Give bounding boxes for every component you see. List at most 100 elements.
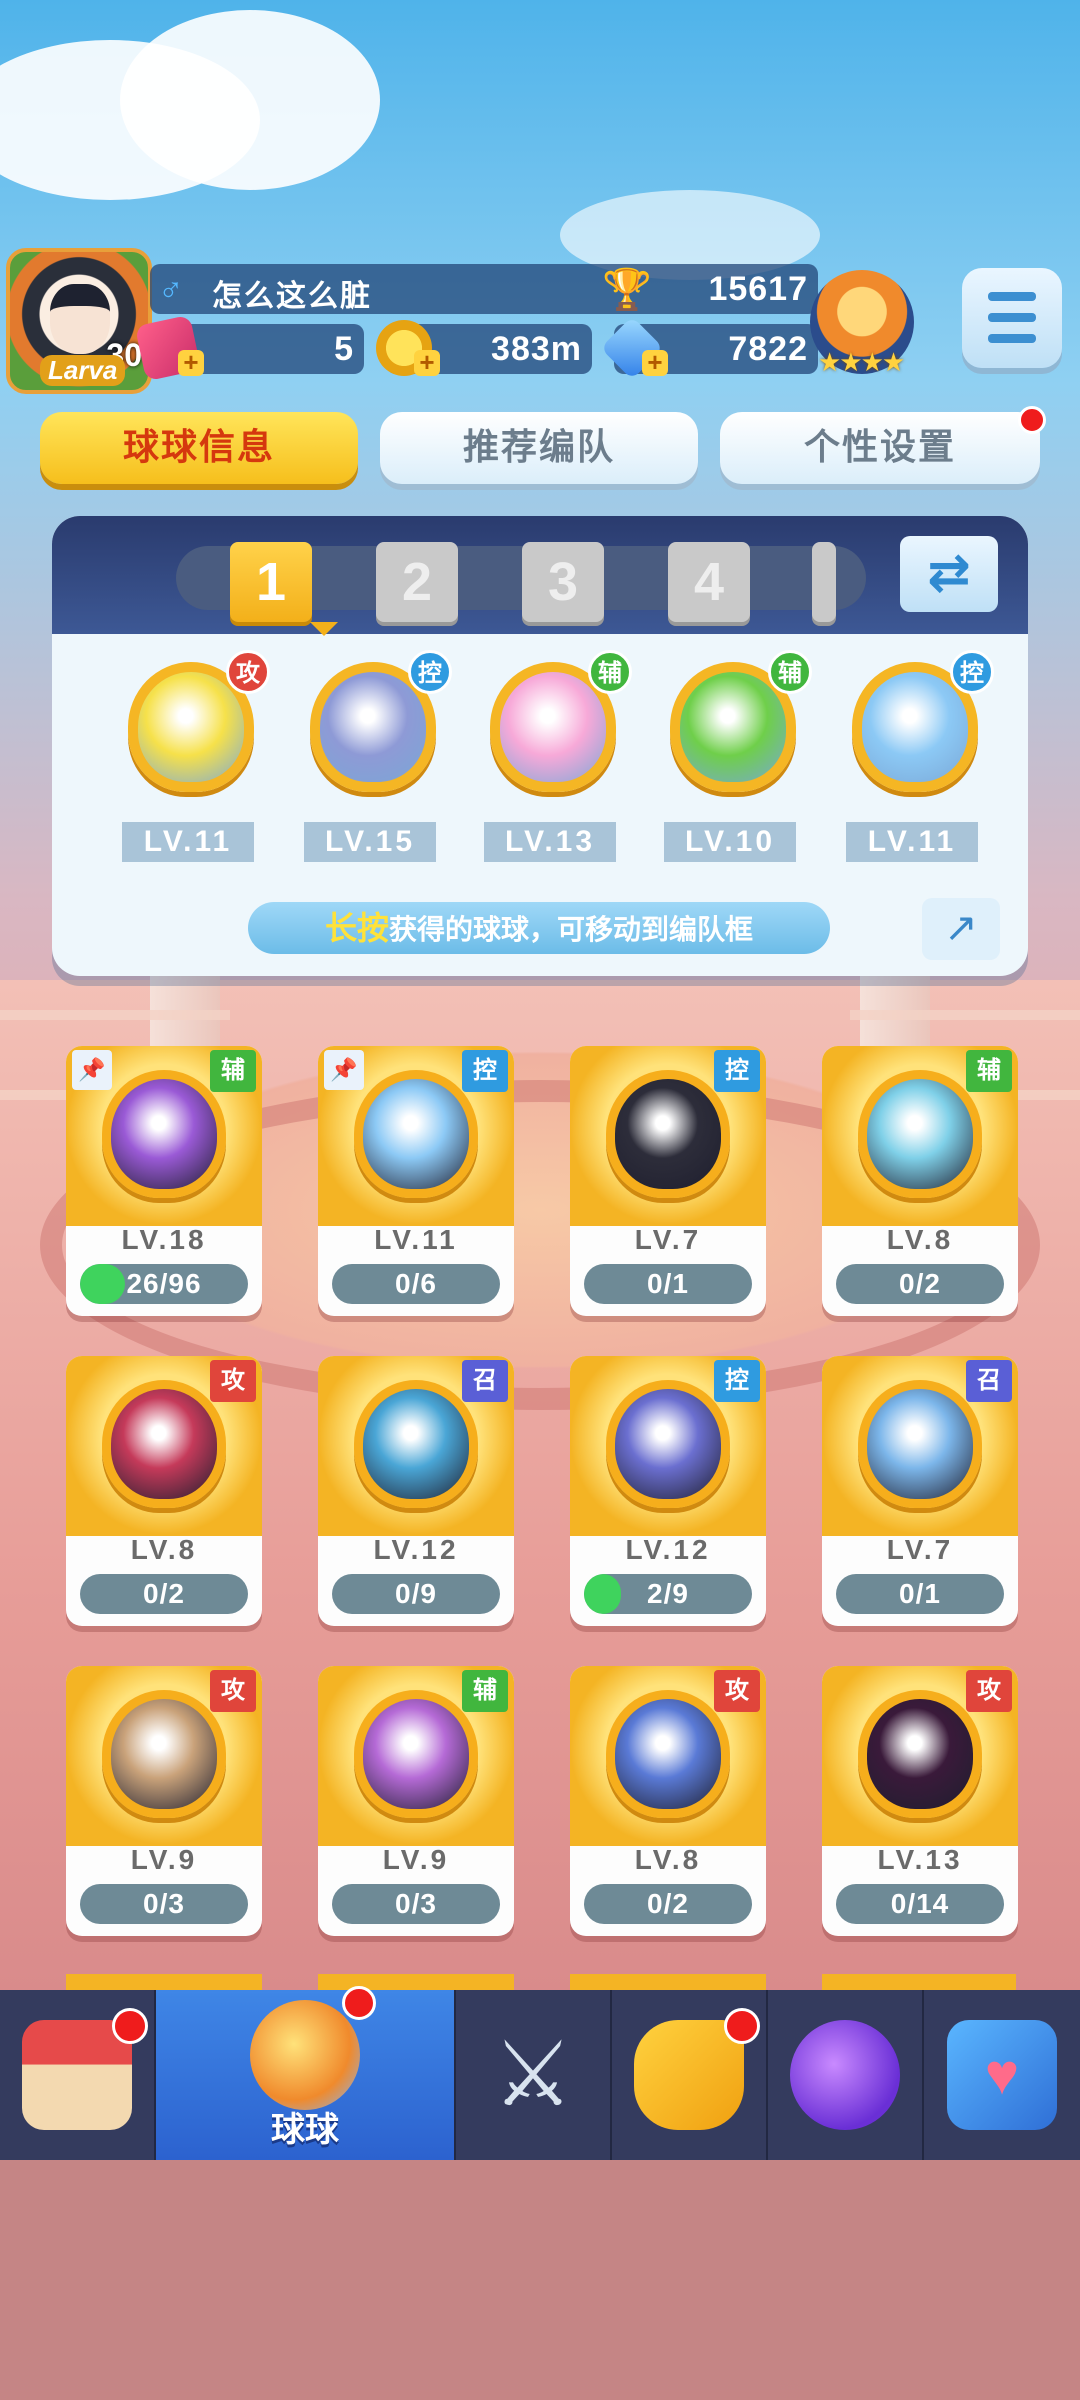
notification-dot [1018, 406, 1046, 434]
pin-icon[interactable]: 📌 [72, 1050, 112, 1090]
nav-battle[interactable]: ⚔ [456, 1990, 612, 2160]
role-badge: 控 [714, 1050, 760, 1092]
upgrade-progress: 26/96 [80, 1264, 248, 1304]
progress-text: 0/1 [899, 1578, 941, 1609]
team-slot-3[interactable]: 3 [522, 542, 604, 622]
upgrade-progress: 0/1 [584, 1264, 752, 1304]
progress-text: 26/96 [126, 1268, 202, 1299]
team-slot-1[interactable]: 1 [230, 542, 312, 622]
hint-keyword: 长按 [324, 910, 389, 946]
diamond-resource[interactable]: + 7822 [600, 316, 818, 380]
nav-balls[interactable]: 球球 [156, 1990, 456, 2160]
ball-level: LV.12 [373, 1534, 459, 1565]
role-badge: 攻 [226, 650, 270, 694]
player-info-bar[interactable]: ♂ 怎么这么脏 🏆 15617 [150, 264, 818, 314]
member-level: LV.13 [484, 822, 616, 862]
progress-text: 0/14 [890, 1888, 950, 1919]
planet-icon [790, 2020, 900, 2130]
ball-card[interactable]: 📌 控 LV.11 0/6 [318, 1046, 514, 1316]
coin-count: 383m [491, 330, 582, 368]
ball-card[interactable]: 攻 LV.8 0/2 [570, 1666, 766, 1936]
ball-portrait [102, 1690, 226, 1818]
role-badge: 控 [950, 650, 994, 694]
tab-personal-settings[interactable]: 个性设置 [720, 412, 1040, 484]
upgrade-progress: 0/2 [584, 1884, 752, 1924]
ball-card[interactable]: 控 LV.12 2/9 [570, 1356, 766, 1626]
ticket-resource[interactable]: + 5 [134, 314, 364, 382]
upgrade-progress: 0/3 [80, 1884, 248, 1924]
tab-recommended-team[interactable]: 推荐编队 [380, 412, 698, 484]
ball-level: LV.9 [382, 1844, 450, 1875]
ball-card[interactable]: 攻 LV.9 0/3 [66, 1666, 262, 1936]
ball-portrait [102, 1380, 226, 1508]
tab-ball-info[interactable]: 球球信息 [40, 412, 358, 484]
add-diamond-icon[interactable]: + [642, 349, 668, 376]
ball-card[interactable]: 辅 LV.8 0/2 [822, 1046, 1018, 1316]
bottom-nav: 球球 ⚔ ♥ [0, 1990, 1080, 2160]
ball-icon [250, 2000, 360, 2110]
add-coin-icon[interactable]: + [414, 349, 440, 376]
team-panel: 1 2 3 4 ⇄ 攻 LV.11 控 LV.15 辅 LV.13 辅 LV.1… [52, 516, 1028, 976]
progress-text: 0/3 [395, 1888, 437, 1919]
role-badge: 攻 [210, 1360, 256, 1402]
role-badge: 辅 [210, 1050, 256, 1092]
ball-card[interactable]: 召 LV.12 0/9 [318, 1356, 514, 1626]
ball-card[interactable]: 辅 LV.9 0/3 [318, 1666, 514, 1936]
balls-notification-dot [342, 1986, 376, 2020]
upgrade-progress: 0/1 [836, 1574, 1004, 1614]
ball-card[interactable]: 召 LV.7 0/1 [822, 1356, 1018, 1626]
ball-portrait [354, 1070, 478, 1198]
team-slot-4[interactable]: 4 [668, 542, 750, 622]
menu-line [988, 334, 1036, 343]
progress-text: 0/3 [143, 1888, 185, 1919]
ball-card[interactable]: 控 LV.7 0/1 [570, 1046, 766, 1316]
ball-level: LV.8 [634, 1844, 702, 1875]
role-badge: 控 [408, 650, 452, 694]
rank-stars-icon: ★★★★ [818, 347, 905, 377]
nav-planet[interactable] [768, 1990, 924, 2160]
share-icon[interactable]: ↗ [922, 898, 1000, 960]
rank-badge-icon[interactable]: ★★★★ [810, 270, 914, 377]
player-name: 怎么这么脏 [212, 280, 372, 313]
add-ticket-icon[interactable]: + [178, 349, 204, 376]
member-level: LV.15 [304, 822, 436, 862]
nav-social[interactable]: ♥ [924, 1990, 1080, 2160]
ball-level: LV.8 [886, 1224, 954, 1255]
shop-notification-dot [112, 2008, 148, 2044]
active-slot-indicator-icon [310, 622, 338, 636]
ball-portrait [606, 1690, 730, 1818]
ball-level: LV.9 [130, 1844, 198, 1875]
upgrade-progress: 0/2 [80, 1574, 248, 1614]
trophy-icon: 🏆 [602, 268, 652, 312]
ball-portrait [858, 1690, 982, 1818]
ball-card[interactable]: 攻 LV.8 0/2 [66, 1356, 262, 1626]
ball-level: LV.8 [130, 1534, 198, 1565]
team-slot-2[interactable]: 2 [376, 542, 458, 622]
ball-level: LV.12 [625, 1534, 711, 1565]
next-row-peek [66, 1974, 1016, 1990]
team-slot-5-partial[interactable] [812, 542, 836, 622]
ball-portrait [858, 1380, 982, 1508]
swap-team-button[interactable]: ⇄ [900, 536, 998, 612]
pin-icon[interactable]: 📌 [324, 1050, 364, 1090]
avatar-face [50, 284, 110, 354]
upgrade-progress: 0/9 [332, 1574, 500, 1614]
upgrade-progress: 0/3 [332, 1884, 500, 1924]
ball-level: LV.11 [374, 1224, 458, 1255]
avatar-tag: Larva [40, 355, 126, 386]
ticket-count: 5 [334, 330, 354, 368]
progress-text: 0/2 [899, 1268, 941, 1299]
role-badge: 攻 [966, 1670, 1012, 1712]
ball-card[interactable]: 攻 LV.13 0/14 [822, 1666, 1018, 1936]
ball-level: LV.18 [121, 1224, 207, 1255]
progress-text: 2/9 [647, 1578, 689, 1609]
coin-resource[interactable]: + 383m [376, 320, 592, 376]
player-avatar[interactable]: 30 Larva [6, 248, 152, 394]
ball-card[interactable]: 📌 辅 LV.18 26/96 [66, 1046, 262, 1316]
menu-button[interactable] [962, 268, 1062, 368]
crossed-swords-icon: ⚔ [492, 2025, 574, 2125]
upgrade-progress: 2/9 [584, 1574, 752, 1614]
progress-text: 0/2 [647, 1888, 689, 1919]
ball-portrait [354, 1690, 478, 1818]
upgrade-progress: 0/6 [332, 1264, 500, 1304]
